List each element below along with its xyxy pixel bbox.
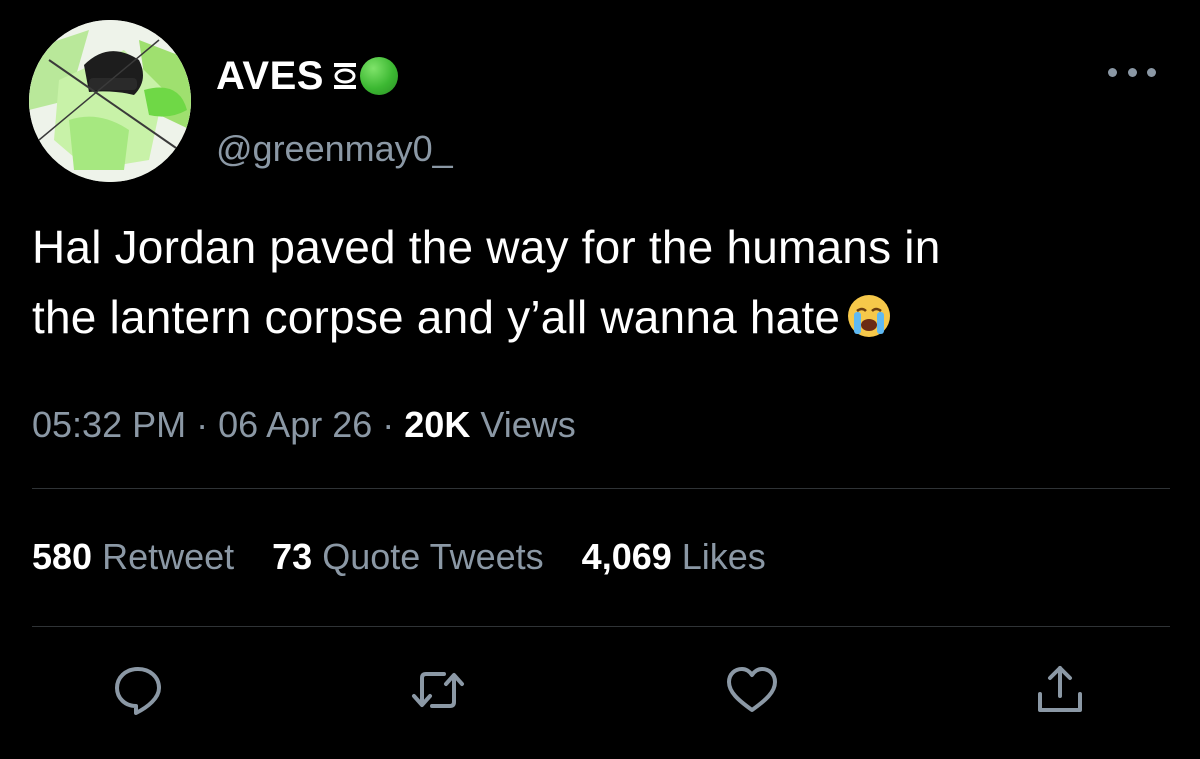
quote-tweets-stat[interactable]: 73 Quote Tweets bbox=[272, 536, 544, 578]
tweet-time[interactable]: 05:32 PM bbox=[32, 404, 186, 445]
tweet-text-line: Hal Jordan paved the way for the humans … bbox=[32, 221, 941, 273]
views-label: Views bbox=[480, 404, 576, 445]
meta-separator: · bbox=[382, 404, 395, 445]
meta-separator: · bbox=[196, 404, 209, 445]
likes-count: 4,069 bbox=[581, 536, 672, 577]
avatar[interactable] bbox=[29, 20, 191, 182]
reply-icon bbox=[115, 667, 161, 715]
avatar-image bbox=[29, 20, 191, 182]
retweet-icon bbox=[412, 672, 464, 708]
retweets-label: Retweet bbox=[102, 536, 235, 577]
tweet-detail: AVES @greenmay0_ Hal Jordan paved the wa… bbox=[0, 0, 1200, 759]
tweet-text-segment: the lantern corpse and y’all wanna hate bbox=[32, 291, 841, 343]
display-name-row[interactable]: AVES bbox=[216, 52, 398, 100]
lantern-icon bbox=[332, 61, 358, 91]
loudly-crying-face-icon bbox=[846, 288, 892, 337]
share-button[interactable] bbox=[1030, 660, 1090, 720]
green-circle-emoji-icon bbox=[359, 57, 398, 95]
likes-label: Likes bbox=[681, 536, 766, 577]
tweet-stats: 580 Retweet 73 Quote Tweets 4,069 Likes bbox=[32, 536, 766, 578]
more-options-icon[interactable] bbox=[1108, 62, 1156, 82]
reply-button[interactable] bbox=[108, 660, 168, 720]
retweets-stat[interactable]: 580 Retweet bbox=[32, 536, 234, 578]
like-button[interactable] bbox=[722, 660, 782, 720]
action-bar bbox=[0, 660, 1200, 740]
retweets-count: 580 bbox=[32, 536, 93, 577]
share-icon bbox=[1038, 666, 1082, 712]
retweet-button[interactable] bbox=[408, 660, 468, 720]
handle[interactable]: @greenmay0_ bbox=[216, 128, 453, 170]
tweet-date[interactable]: 06 Apr 26 bbox=[218, 404, 372, 445]
tweet-meta: 05:32 PM · 06 Apr 26 · 20K Views bbox=[32, 404, 576, 446]
tweet-text: Hal Jordan paved the way for the humans … bbox=[32, 212, 1182, 352]
quote-tweets-label: Quote Tweets bbox=[322, 536, 544, 577]
tweet-text-line: the lantern corpse and y’all wanna hate bbox=[32, 282, 1182, 352]
divider bbox=[32, 488, 1170, 489]
likes-stat[interactable]: 4,069 Likes bbox=[582, 536, 766, 578]
divider bbox=[32, 626, 1170, 627]
display-name[interactable]: AVES bbox=[216, 54, 324, 99]
like-icon bbox=[727, 667, 777, 712]
quote-tweets-count: 73 bbox=[272, 536, 313, 577]
views-count: 20K bbox=[404, 404, 471, 445]
